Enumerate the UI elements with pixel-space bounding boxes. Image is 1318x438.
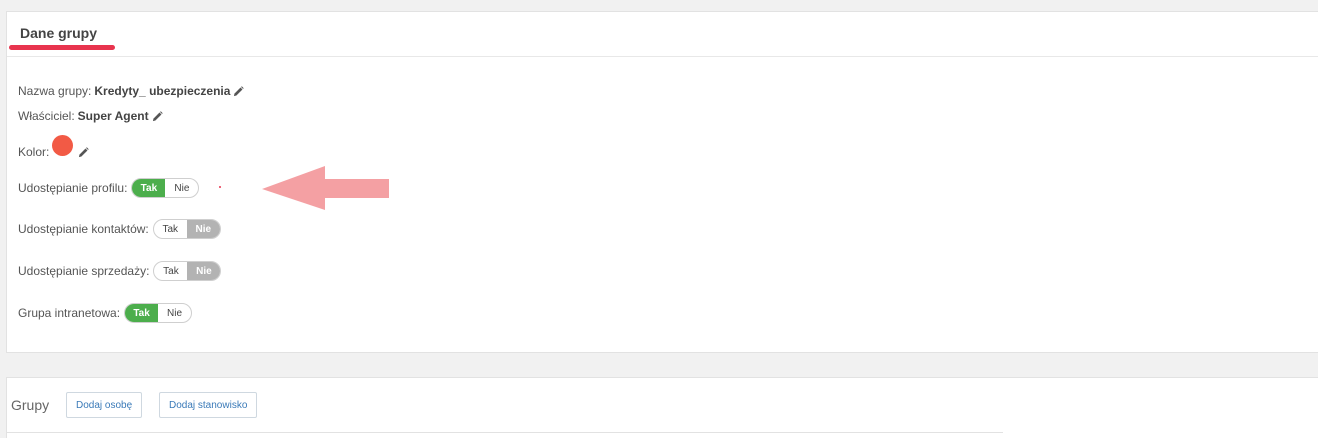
intranet-group-row: Grupa intranetowa: Tak Nie	[18, 303, 193, 323]
group-name-label: Nazwa grupy:	[18, 84, 92, 98]
edit-pencil-icon[interactable]	[233, 85, 245, 97]
owner-value: Super Agent	[77, 109, 149, 123]
group-details-panel: Dane grupy	[6, 11, 1318, 353]
group-name-value: Kredyty_ ubezpieczenia	[94, 84, 231, 98]
annotation-dot	[219, 186, 221, 188]
toggle-no-option[interactable]: Nie	[158, 304, 191, 322]
color-label: Kolor:	[18, 145, 50, 159]
arrow-left-icon	[262, 166, 389, 210]
color-swatch[interactable]	[52, 134, 74, 156]
toggle-yes-option[interactable]: Tak	[154, 262, 187, 280]
group-name-row: Nazwa grupy: Kredyty_ ubezpieczenia	[18, 84, 245, 98]
toggle-no-option[interactable]: Nie	[187, 262, 221, 280]
edit-pencil-icon[interactable]	[152, 110, 163, 122]
toggle-yes-option[interactable]: Tak	[125, 304, 159, 322]
toggle-yes-option[interactable]: Tak	[132, 179, 166, 197]
divider	[7, 432, 1003, 433]
sales-sharing-row: Udostępianie sprzedaży: Tak Nie	[18, 261, 222, 281]
profile-sharing-toggle[interactable]: Tak Nie	[131, 178, 200, 198]
edit-pencil-icon[interactable]	[78, 146, 90, 158]
title-underline-annotation	[9, 45, 115, 50]
toggle-no-option[interactable]: Nie	[186, 220, 220, 238]
owner-label: Właściciel:	[18, 109, 75, 123]
profile-sharing-row: Udostępianie profilu: Tak Nie	[18, 178, 200, 198]
toggle-no-option[interactable]: Nie	[165, 179, 198, 197]
add-person-button[interactable]: Dodaj osobę	[66, 392, 143, 418]
groups-title: Grupy	[11, 397, 50, 413]
intranet-group-label: Grupa intranetowa:	[18, 306, 121, 320]
sales-sharing-toggle[interactable]: Tak Nie	[153, 261, 222, 281]
contacts-sharing-label: Udostępianie kontaktów:	[18, 222, 149, 236]
panel-header: Dane grupy	[7, 12, 1318, 57]
contacts-sharing-toggle[interactable]: Tak Nie	[152, 219, 221, 239]
groups-panel: Grupy Dodaj osobę Dodaj stanowisko	[6, 377, 1318, 438]
color-row: Kolor:	[18, 134, 90, 159]
add-position-button[interactable]: Dodaj stanowisko	[159, 392, 258, 418]
owner-row: Właściciel: Super Agent	[18, 109, 163, 123]
profile-sharing-label: Udostępianie profilu:	[18, 181, 128, 195]
page-title: Dane grupy	[20, 25, 98, 41]
intranet-group-toggle[interactable]: Tak Nie	[124, 303, 193, 323]
contacts-sharing-row: Udostępianie kontaktów: Tak Nie	[18, 219, 221, 239]
sales-sharing-label: Udostępianie sprzedaży:	[18, 264, 150, 278]
toggle-yes-option[interactable]: Tak	[154, 220, 187, 238]
